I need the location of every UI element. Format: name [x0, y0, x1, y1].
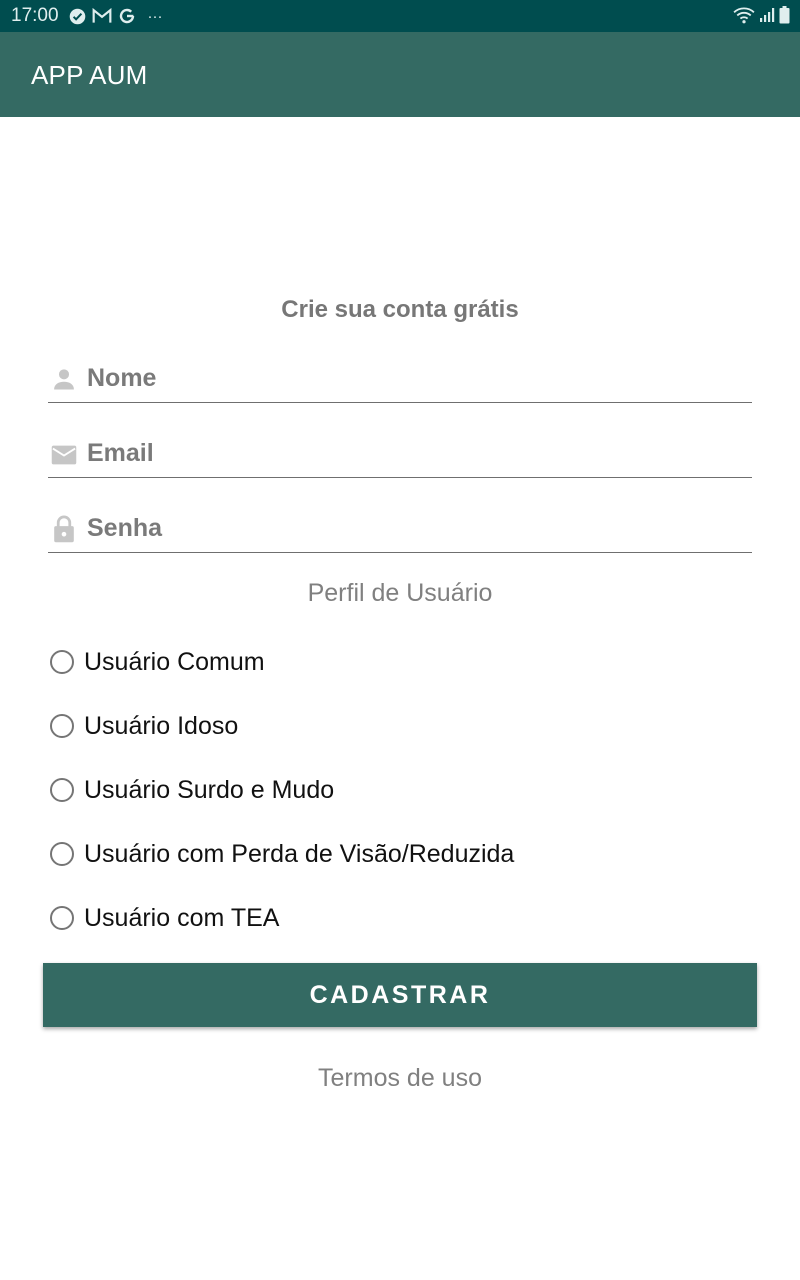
- radio-option-comum[interactable]: Usuário Comum: [50, 630, 514, 694]
- email-field[interactable]: [48, 429, 752, 478]
- person-icon: [50, 365, 78, 393]
- radio-label: Usuário Comum: [84, 647, 265, 676]
- radio-button[interactable]: [50, 650, 74, 674]
- name-field[interactable]: [48, 354, 752, 403]
- more-dots-icon: ···: [147, 7, 163, 25]
- name-input[interactable]: [87, 360, 737, 396]
- password-input[interactable]: [87, 510, 737, 546]
- battery-icon: [779, 6, 790, 24]
- app-title: APP AUM: [31, 60, 148, 90]
- status-bar: 17:00 ···: [0, 0, 800, 32]
- terms-of-use-link[interactable]: Termos de uso: [0, 1064, 800, 1093]
- radio-option-tea[interactable]: Usuário com TEA: [50, 886, 514, 950]
- radio-button[interactable]: [50, 778, 74, 802]
- radio-button[interactable]: [50, 714, 74, 738]
- radio-option-perda-visao[interactable]: Usuário com Perda de Visão/Reduzida: [50, 822, 514, 886]
- signal-icon: [759, 7, 775, 23]
- radio-option-surdo-mudo[interactable]: Usuário Surdo e Mudo: [50, 758, 514, 822]
- radio-label: Usuário Surdo e Mudo: [84, 775, 335, 804]
- email-input[interactable]: [87, 435, 737, 471]
- check-circle-icon: [69, 8, 86, 25]
- profile-label: Perfil de Usuário: [307, 579, 493, 607]
- status-left: 17:00 ···: [11, 5, 169, 27]
- google-icon: [118, 7, 136, 25]
- app-bar: APP AUM: [0, 32, 800, 117]
- status-time: 17:00: [11, 5, 59, 26]
- gmail-icon: [92, 8, 112, 24]
- radio-button[interactable]: [50, 906, 74, 930]
- radio-button[interactable]: [50, 842, 74, 866]
- password-field[interactable]: [48, 504, 752, 553]
- wifi-icon: [733, 6, 755, 24]
- form-title: Crie sua conta grátis: [281, 296, 519, 323]
- register-button[interactable]: CADASTRAR: [43, 963, 757, 1027]
- radio-label: Usuário com TEA: [84, 903, 280, 932]
- radio-label: Usuário com Perda de Visão/Reduzida: [84, 839, 515, 868]
- radio-label: Usuário Idoso: [84, 711, 239, 740]
- email-icon: [50, 441, 78, 469]
- status-right: [729, 6, 790, 24]
- profile-radio-group: Usuário Comum Usuário Idoso Usuário Surd…: [50, 630, 514, 950]
- radio-option-idoso[interactable]: Usuário Idoso: [50, 694, 514, 758]
- lock-icon: [50, 514, 78, 543]
